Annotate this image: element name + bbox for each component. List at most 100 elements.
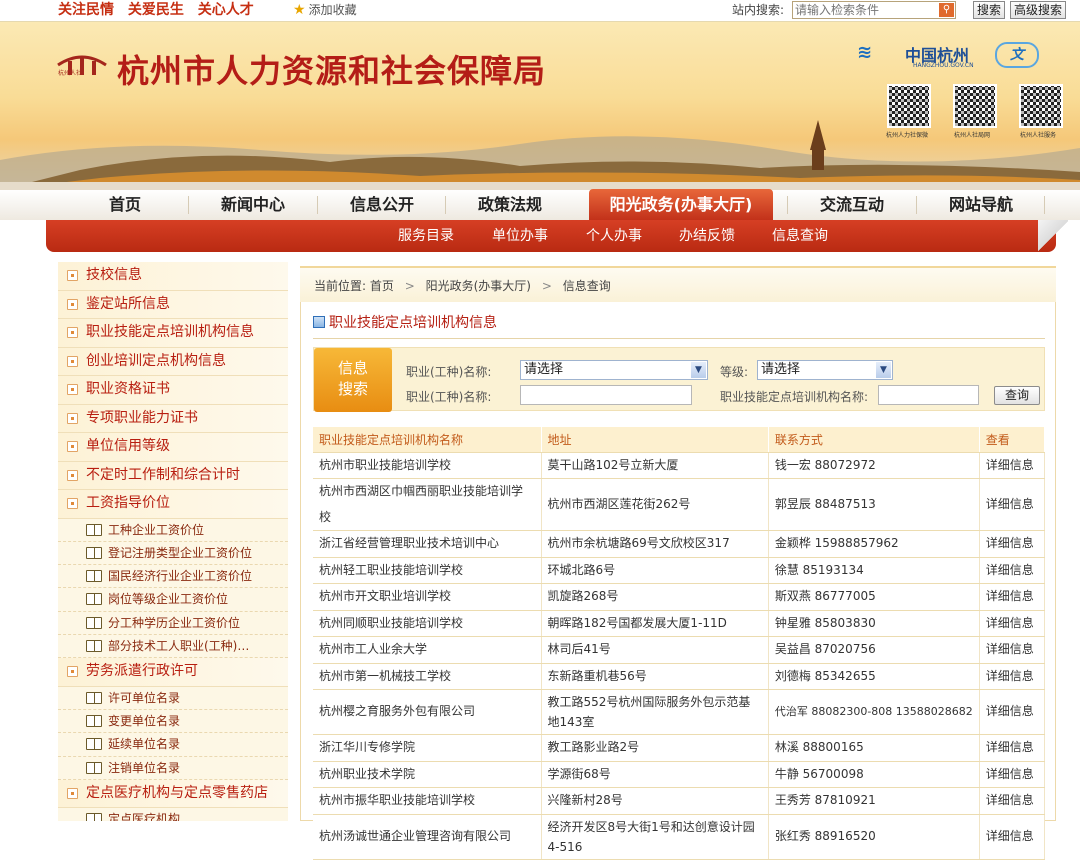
subnav-info-query[interactable]: 信息查询 [772,220,828,252]
page-title-text: 职业技能定点培训机构信息 [329,315,497,331]
nav-interaction[interactable]: 交流互动 [796,190,908,220]
grade-select[interactable]: 请选择 ▼ [757,360,893,380]
table-row: 杭州市西湖区巾帼西丽职业技能培训学校 杭州市西湖区莲花街262号 郭昱辰 88487… [313,478,1046,531]
sidebar-item-technical-schools[interactable]: 技校信息 [58,262,288,291]
sidebar-item-special-ability-certificates[interactable]: 专项职业能力证书 [58,404,288,433]
sidebar-subitem[interactable]: 登记注册类型企业工资价位 [58,541,288,566]
subnav-service-catalog[interactable]: 服务目录 [398,220,454,252]
cell-contact: 金颖桦 15988857962 [768,530,980,558]
book-icon [86,546,102,559]
breadcrumb-home[interactable]: 首页 [370,279,394,293]
sidebar-item-designated-medical[interactable]: 定点医疗机构与定点零售药店 [58,779,288,809]
title-divider [313,338,1045,339]
sidebar-subitem[interactable]: 注销单位名录 [58,756,288,780]
cell-address: 杭州市西湖区莲花街262号 [541,478,769,531]
table-row: 杭州市职业技能培训学校 莫干山路102号立新大厦 钱一宏 88072972 详细信息 [313,452,1046,479]
page-curl-decoration [1038,220,1068,252]
site-search-input[interactable] [793,2,937,18]
sidebar-subitem-label: 岗位等级企业工资价位 [108,592,229,607]
hangzhou-gov-link[interactable]: ≋ 中国杭州 HANGZHOU.GOV.CN [857,42,985,72]
sidebar-item-appraisal-stations[interactable]: 鉴定站所信息 [58,290,288,319]
nav-news-center[interactable]: 新闻中心 [197,190,309,220]
table-row: 杭州市第一机械技工学校 东新路重机巷56号 刘德梅 85342655 详细信息 [313,663,1046,690]
occupation-name-input[interactable] [520,385,692,405]
nav-home[interactable]: 首页 [70,190,180,220]
add-favorite-label: 添加收藏 [308,3,357,17]
breadcrumb-sunshine-affairs[interactable]: 阳光政务(办事大厅) [426,279,531,293]
nav-site-map[interactable]: 网站导航 [925,190,1037,220]
cell-contact: 斯双燕 86777005 [768,583,980,611]
sidebar-item-flexible-working-hours[interactable]: 不定时工作制和综合计时 [58,461,288,490]
book-icon [86,691,102,704]
sidebar-subitem[interactable]: 分工种学历企业工资价位 [58,611,288,635]
sidebar-item-training-institutions[interactable]: 职业技能定点培训机构信息 [58,319,288,348]
sidebar-subitem[interactable]: 部分技术工人职业(工种)… [58,634,288,659]
detail-link[interactable]: 详细信息 [979,557,1046,584]
detail-link[interactable]: 详细信息 [979,452,1046,479]
occupation-select-value: 请选择 [524,362,564,377]
sidebar: 技校信息 鉴定站所信息 职业技能定点培训机构信息 创业培训定点机构信息 职业资格… [58,262,288,821]
query-button[interactable]: 查询 [994,386,1040,405]
nav-policies[interactable]: 政策法规 [455,190,565,220]
detail-link[interactable]: 详细信息 [979,478,1046,531]
cell-address: 教工路影业路2号 [541,734,769,762]
detail-link[interactable]: 详细信息 [979,761,1046,788]
detail-link[interactable]: 详细信息 [979,734,1046,762]
sidebar-subitem[interactable]: 定点医疗机构 [58,808,288,821]
sidebar-item-label: 创业培训定点机构信息 [86,352,226,369]
column-header-address: 地址 [541,427,769,453]
cell-address: 凯旋路268号 [541,583,769,611]
detail-link[interactable]: 详细信息 [979,530,1046,558]
sidebar-item-entrepreneurship-training[interactable]: 创业培训定点机构信息 [58,347,288,376]
advanced-search-button[interactable]: 高级搜索 [1010,1,1067,19]
west-lake-scenery [0,120,1080,190]
nav-info-disclosure[interactable]: 信息公开 [326,190,438,220]
logo-text: 杭州人社 [58,70,83,77]
book-icon [86,616,102,629]
sidebar-subitem[interactable]: 岗位等级企业工资价位 [58,588,288,612]
detail-link[interactable]: 详细信息 [979,610,1046,637]
info-search-badge: 信息 搜索 [314,348,392,412]
sub-nav: 服务目录 单位办事 个人办事 办结反馈 信息查询 [46,220,1056,252]
sidebar-subitem[interactable]: 许可单位名录 [58,686,288,711]
breadcrumb-info-query[interactable]: 信息查询 [563,279,611,293]
detail-link[interactable]: 详细信息 [979,663,1046,690]
sidebar-subitem[interactable]: 延续单位名录 [58,733,288,757]
badge-line-1: 信息 [337,359,368,377]
nav-divider [1044,196,1045,214]
hangzhou-emblem-icon: ≋ [857,42,873,63]
search-icon[interactable]: ⚲ [939,3,954,17]
bullet-icon [67,327,78,338]
subnav-personal-affairs[interactable]: 个人办事 [586,220,642,252]
detail-link[interactable]: 详细信息 [979,583,1046,611]
sidebar-item-labor-dispatch[interactable]: 劳务派遣行政许可 [58,658,288,687]
bullet-icon [67,441,78,452]
sidebar-subitem-label: 变更单位名录 [108,714,181,729]
sidebar-subitem[interactable]: 国民经济行业企业工资价位 [58,565,288,589]
sidebar-item-label: 劳务派遣行政许可 [86,663,198,680]
subnav-completion-feedback[interactable]: 办结反馈 [679,220,735,252]
nav-sunshine-affairs[interactable]: 阳光政务(办事大厅) [589,189,773,220]
detail-link[interactable]: 详细信息 [979,636,1046,664]
book-icon [86,639,102,652]
sidebar-subitem-label: 部分技术工人职业(工种)… [108,638,250,653]
sidebar-subitem[interactable]: 变更单位名录 [58,710,288,734]
subnav-unit-affairs[interactable]: 单位办事 [492,220,548,252]
add-favorite-link[interactable]: ★ 添加收藏 [293,0,357,20]
sidebar-item-wage-guidance[interactable]: 工资指导价位 [58,490,288,519]
partner-logo-icon[interactable]: 文 [995,42,1039,68]
detail-link[interactable]: 详细信息 [979,787,1046,815]
sidebar-item-credit-rating[interactable]: 单位信用等级 [58,433,288,462]
occupation-select[interactable]: 请选择 ▼ [520,360,708,380]
sidebar-item-label: 职业技能定点培训机构信息 [86,324,254,340]
sidebar-subitem[interactable]: 工种企业工资价位 [58,518,288,542]
institution-name-input[interactable] [878,385,979,405]
sidebar-item-label: 工资指导价位 [86,495,170,511]
table-row: 杭州轻工职业技能培训学校 环城北路6号 徐慧 85193134 详细信息 [313,557,1046,584]
search-button[interactable]: 搜索 [973,1,1006,19]
cell-name: 杭州市职业技能培训学校 [313,452,542,479]
cell-name: 杭州市开文职业培训学校 [313,583,542,611]
detail-link[interactable]: 详细信息 [979,689,1046,735]
sidebar-item-qualification-certificates[interactable]: 职业资格证书 [58,376,288,405]
table-row: 杭州市工人业余大学 林司后41号 吴益昌 87020756 详细信息 [313,636,1046,664]
